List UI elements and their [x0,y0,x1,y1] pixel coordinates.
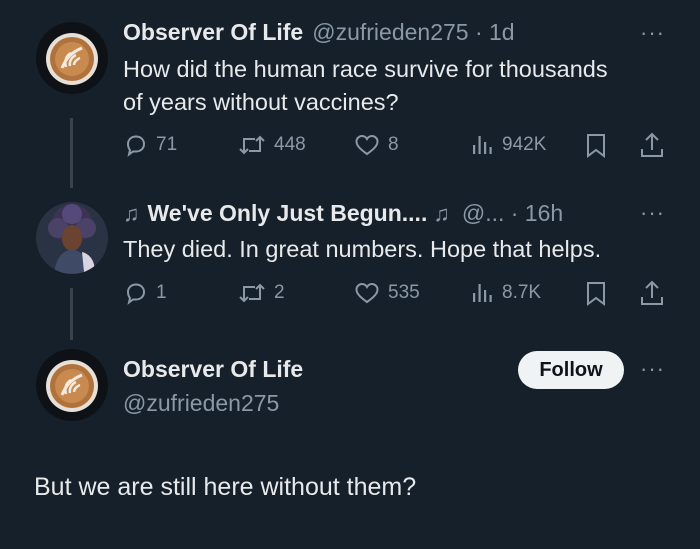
music-note-icon: ♫ [433,200,450,226]
retweet-count: 2 [274,282,285,303]
music-note-icon: ♫ [123,200,140,226]
main-tweet-text: But we are still here without them? [34,473,417,501]
reply-button[interactable]: 1 [124,281,167,305]
handle-and-time[interactable]: @... · 16h [462,200,563,227]
thread-line [70,288,73,340]
avatar[interactable] [36,202,108,274]
bookmark-icon[interactable] [584,281,608,312]
share-icon[interactable] [639,279,665,312]
reply-count: 1 [156,282,167,303]
follow-button[interactable]: Follow [518,351,624,389]
author-name[interactable]: Observer Of Life [123,356,303,383]
views-icon [473,284,492,302]
views-count: 942K [502,134,547,155]
more-icon[interactable]: ··· [640,20,665,46]
avatar[interactable] [36,349,108,421]
reply-button[interactable]: 71 [124,133,177,157]
reply-count: 71 [156,134,178,155]
author-handle[interactable]: @zufrieden275 [123,390,279,417]
like-button[interactable]: 8 [354,133,399,157]
reply-icon [126,135,146,157]
author-name[interactable]: We've Only Just Begun.... [148,200,428,227]
tweet-text: How did the human race survive for thous… [123,53,683,119]
tweet-text-line: How did the human race survive for thous… [123,56,608,82]
retweet-button[interactable]: 2 [238,281,285,305]
like-count: 535 [388,282,420,303]
tweet-text-line: of years without vaccines? [123,89,399,115]
views-count: 8.7K [502,282,542,303]
like-button[interactable]: 535 [354,281,420,305]
like-icon [355,282,379,304]
views-icon [473,136,492,154]
more-icon[interactable]: ··· [640,356,665,382]
portrait-avatar-image [36,202,108,274]
retweet-button[interactable]: 448 [238,133,306,157]
reply-icon [126,283,146,305]
retweet-icon [239,135,265,155]
tweet-text: They died. In great numbers. Hope that h… [123,236,602,262]
author-name[interactable]: Observer Of Life [123,19,303,46]
more-icon[interactable]: ··· [640,200,665,226]
views-button[interactable]: 942K [470,133,546,157]
avatar[interactable] [36,22,108,94]
bookmark-icon[interactable] [584,133,608,164]
latte-art-avatar-image [36,349,108,421]
retweet-icon [239,283,265,303]
latte-art-avatar-image [36,22,108,94]
share-icon[interactable] [639,131,665,164]
like-icon [355,134,379,156]
retweet-count: 448 [274,134,306,155]
like-count: 8 [388,134,399,155]
thread-line [70,118,73,188]
handle-and-time[interactable]: @zufrieden275 · 1d [312,19,514,46]
views-button[interactable]: 8.7K [470,281,541,305]
